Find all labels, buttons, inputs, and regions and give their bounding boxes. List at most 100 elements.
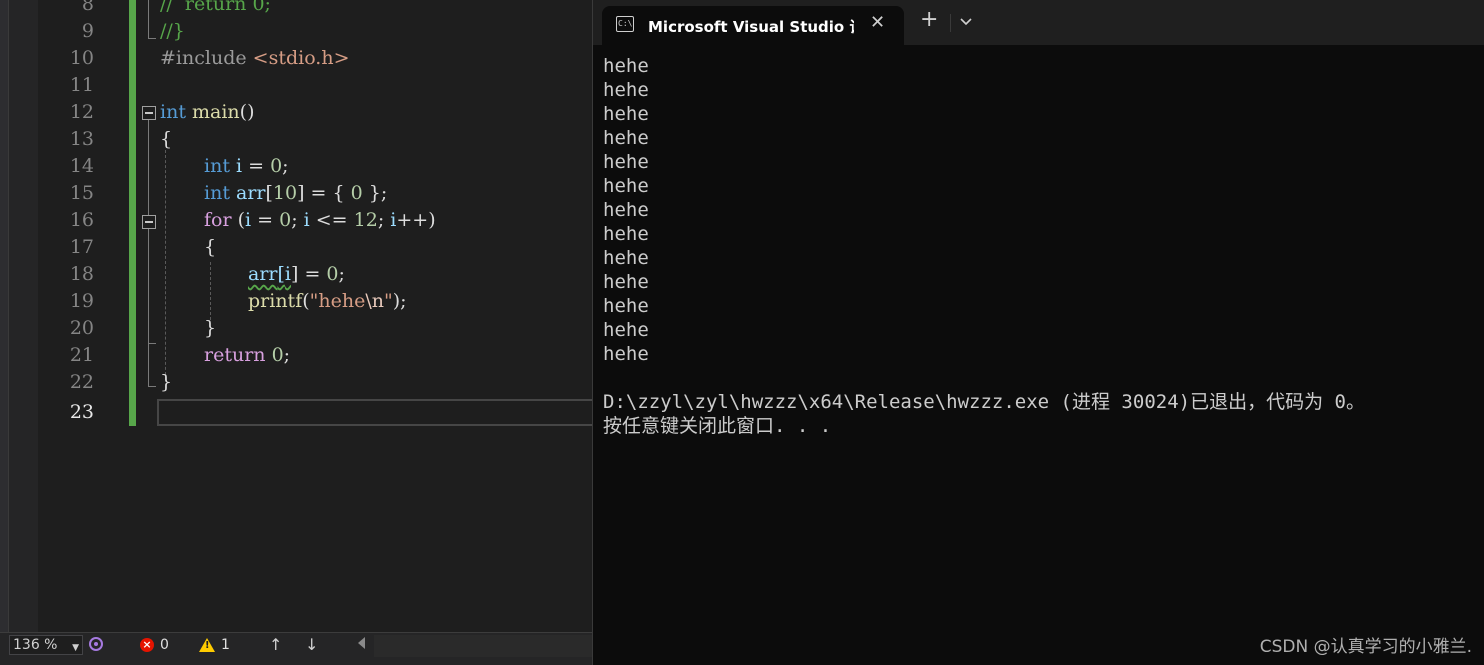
- preprocessor-token: #include: [160, 47, 247, 69]
- press-key-message: 按任意键关闭此窗口. . .: [603, 415, 832, 437]
- indent-guide: [165, 150, 166, 380]
- divider: [950, 14, 951, 32]
- collapse-for-icon[interactable]: [142, 215, 156, 229]
- line-number: 22: [69, 371, 94, 393]
- zoom-dropdown[interactable]: 136 % ▼: [9, 635, 83, 655]
- output-line: hehe: [603, 175, 649, 197]
- operator-token: =: [251, 209, 280, 231]
- close-icon[interactable]: ✕: [870, 12, 885, 33]
- editor-left-strip: [0, 0, 9, 632]
- operator-token: =: [242, 155, 271, 177]
- code-line-18: arr[i] = 0;: [248, 261, 345, 288]
- variable-token-warning[interactable]: arr[i: [248, 263, 291, 285]
- output-line: hehe: [603, 295, 649, 317]
- number-token: 12: [353, 209, 378, 231]
- string-token: ": [384, 290, 393, 312]
- tab-debug-console[interactable]: C:\ Microsoft Visual Studio 调试控制台 ✕: [602, 6, 904, 45]
- punct-token: ;: [338, 263, 345, 285]
- warning-icon: [199, 638, 215, 652]
- outline-line: [148, 0, 149, 38]
- new-tab-button[interactable]: +: [920, 9, 938, 31]
- output-line: hehe: [603, 319, 649, 341]
- previous-issue-button[interactable]: ↑: [269, 635, 282, 654]
- keyword-token: return: [204, 344, 266, 366]
- line-number: 8: [81, 0, 94, 15]
- code-line-12: int main(): [160, 99, 255, 126]
- output-line: hehe: [603, 55, 649, 77]
- number-token: 0: [271, 344, 284, 366]
- line-number: 10: [69, 47, 94, 69]
- chevron-down-icon: ▼: [72, 643, 79, 653]
- code-line-17: {: [204, 236, 217, 258]
- code-editor[interactable]: 8 9 10 11 12 13 14 15 16 17 18 19 20 21 …: [0, 0, 592, 665]
- punct-token: ;: [283, 344, 291, 366]
- line-number: 12: [69, 101, 94, 123]
- warning-count-label: 1: [221, 637, 230, 653]
- variable-token: arr: [236, 182, 266, 204]
- output-line: hehe: [603, 151, 649, 173]
- punct-token: ;: [377, 209, 391, 231]
- punct-token: ;: [282, 155, 289, 177]
- exit-message: D:\zzyl\zyl\hwzzz\x64\Release\hwzzz.exe …: [603, 391, 1365, 413]
- number-token: 0: [270, 155, 283, 177]
- error-icon: ×: [140, 638, 154, 652]
- string-token: "hehe: [309, 290, 366, 312]
- operator-token: <=: [309, 209, 354, 231]
- punct-token: ] = {: [297, 182, 351, 204]
- line-number: 20: [69, 317, 94, 339]
- code-line-10: #include <stdio.h>: [160, 45, 350, 72]
- code-line-14: int i = 0;: [204, 153, 289, 180]
- terminal-tab-bar: C:\ Microsoft Visual Studio 调试控制台 ✕ +: [593, 0, 1484, 45]
- line-number: 21: [69, 344, 94, 366]
- next-issue-button[interactable]: ↓: [305, 635, 318, 654]
- warning-count[interactable]: 1: [199, 637, 230, 653]
- number-token: 0: [279, 209, 292, 231]
- line-number: 14: [69, 155, 94, 177]
- debug-console-window[interactable]: C:\ Microsoft Visual Studio 调试控制台 ✕ + he…: [592, 0, 1484, 665]
- output-line: hehe: [603, 79, 649, 101]
- number-token: 0: [326, 263, 339, 285]
- horizontal-scrollbar[interactable]: [374, 635, 592, 657]
- line-number: 13: [69, 128, 94, 150]
- operator-token: ++): [396, 209, 436, 231]
- chevron-down-icon[interactable]: [959, 14, 973, 28]
- function-name-token: printf: [248, 290, 303, 312]
- code-line-13: {: [160, 128, 173, 150]
- code-line-21: return 0;: [204, 342, 290, 369]
- keyword-token: for: [204, 209, 232, 231]
- line-number: 11: [69, 74, 94, 96]
- scroll-left-icon[interactable]: [358, 637, 365, 649]
- punct-token: (): [239, 101, 255, 123]
- keyword-token: int: [204, 182, 230, 204]
- outline-line: [148, 120, 149, 386]
- output-line: hehe: [603, 223, 649, 245]
- punct-token: (: [302, 290, 310, 312]
- operator-token: ] =: [291, 263, 327, 285]
- line-number: 18: [69, 263, 94, 285]
- line-number: 19: [69, 290, 94, 312]
- function-name-token: main: [192, 101, 240, 123]
- editor-status-bar: 136 %▼ × 0 1 ↑ ↓: [0, 632, 592, 665]
- include-header-token: <stdio.h>: [252, 47, 350, 69]
- escape-token: \n: [365, 290, 384, 312]
- watermark: CSDN @认真学习的小雅兰.: [1259, 637, 1472, 657]
- collapse-main-icon[interactable]: [142, 106, 156, 120]
- code-line-22: }: [160, 371, 173, 393]
- output-line: hehe: [603, 271, 649, 293]
- output-line: hehe: [603, 343, 649, 365]
- outline-end-tick: [148, 386, 156, 387]
- code-line-15: int arr[10] = { 0 };: [204, 180, 387, 207]
- number-token: 0: [350, 182, 363, 204]
- code-line-16: for (i = 0; i <= 12; i++): [204, 207, 436, 234]
- keyword-token: int: [204, 155, 230, 177]
- copilot-icon[interactable]: [88, 636, 104, 652]
- saved-changes-indicator: [129, 0, 136, 426]
- outline-end-tick: [148, 343, 156, 344]
- line-number-current: 23: [69, 401, 94, 423]
- output-line: hehe: [603, 103, 649, 125]
- console-icon: C:\: [616, 16, 634, 32]
- code-line-20: }: [204, 317, 217, 339]
- error-count[interactable]: × 0: [140, 637, 169, 653]
- output-line: hehe: [603, 247, 649, 269]
- punct-token: ;: [291, 209, 304, 231]
